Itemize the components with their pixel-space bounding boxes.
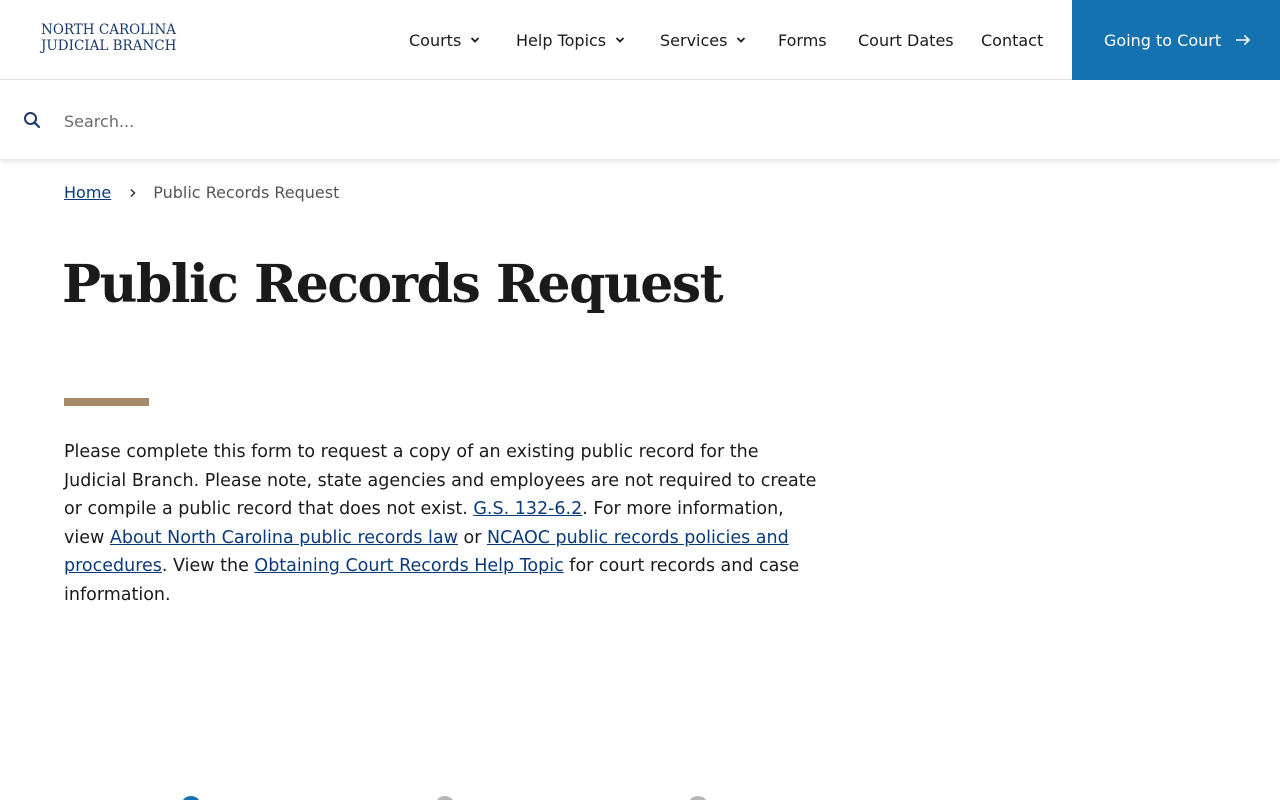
nav-services[interactable]: Services bbox=[660, 0, 746, 80]
obtaining-court-records-link[interactable]: Obtaining Court Records Help Topic bbox=[254, 556, 563, 576]
nav-help-topics[interactable]: Help Topics bbox=[516, 0, 625, 80]
intro-text-3: or bbox=[457, 527, 487, 548]
site-logo[interactable]: NORTH CAROLINA JUDICIAL BRANCH bbox=[41, 22, 176, 54]
search-bar bbox=[0, 80, 1280, 160]
gs-132-6-2-link[interactable]: G.S. 132-6.2 bbox=[473, 499, 582, 519]
intro-paragraph: Please complete this form to request a c… bbox=[64, 438, 824, 609]
nav-contact[interactable]: Contact bbox=[981, 0, 1043, 80]
breadcrumb-current: Public Records Request bbox=[153, 183, 340, 202]
nav-forms[interactable]: Forms bbox=[778, 0, 827, 80]
nav-contact-label: Contact bbox=[981, 30, 1044, 50]
search-icon[interactable] bbox=[23, 111, 41, 129]
chevron-down-icon bbox=[616, 37, 625, 43]
breadcrumb: Home Public Records Request bbox=[64, 183, 339, 202]
intro-text-4: . View the bbox=[161, 556, 255, 576]
going-to-court-button[interactable]: Going to Court bbox=[1072, 0, 1280, 80]
nav-courts[interactable]: Courts bbox=[409, 0, 480, 80]
nav-court-dates[interactable]: Court Dates bbox=[858, 0, 954, 80]
search-input[interactable] bbox=[64, 104, 1244, 138]
going-to-court-label: Going to Court bbox=[1104, 30, 1222, 50]
page-title: Public Records Request bbox=[62, 254, 724, 315]
nav-court-dates-label: Court Dates bbox=[858, 30, 954, 50]
form-step-3-indicator bbox=[688, 796, 708, 800]
nav-help-topics-label: Help Topics bbox=[516, 30, 607, 50]
form-step-1-indicator bbox=[181, 796, 201, 800]
nav-courts-label: Courts bbox=[409, 30, 462, 50]
logo-line-1: NORTH CAROLINA bbox=[41, 22, 177, 38]
public-records-law-link[interactable]: About North Carolina public records law bbox=[110, 528, 458, 548]
chevron-down-icon bbox=[471, 37, 480, 43]
logo-line-2: JUDICIAL BRANCH bbox=[41, 38, 177, 54]
title-accent-rule bbox=[64, 398, 149, 406]
chevron-right-icon bbox=[130, 188, 136, 197]
chevron-down-icon bbox=[737, 37, 746, 43]
breadcrumb-home-link[interactable]: Home bbox=[64, 183, 111, 202]
nav-forms-label: Forms bbox=[778, 30, 827, 50]
nav-services-label: Services bbox=[660, 30, 728, 50]
form-step-2-indicator bbox=[435, 796, 455, 800]
arrow-right-icon bbox=[1236, 34, 1251, 46]
site-header: NORTH CAROLINA JUDICIAL BRANCH Courts He… bbox=[0, 0, 1280, 80]
